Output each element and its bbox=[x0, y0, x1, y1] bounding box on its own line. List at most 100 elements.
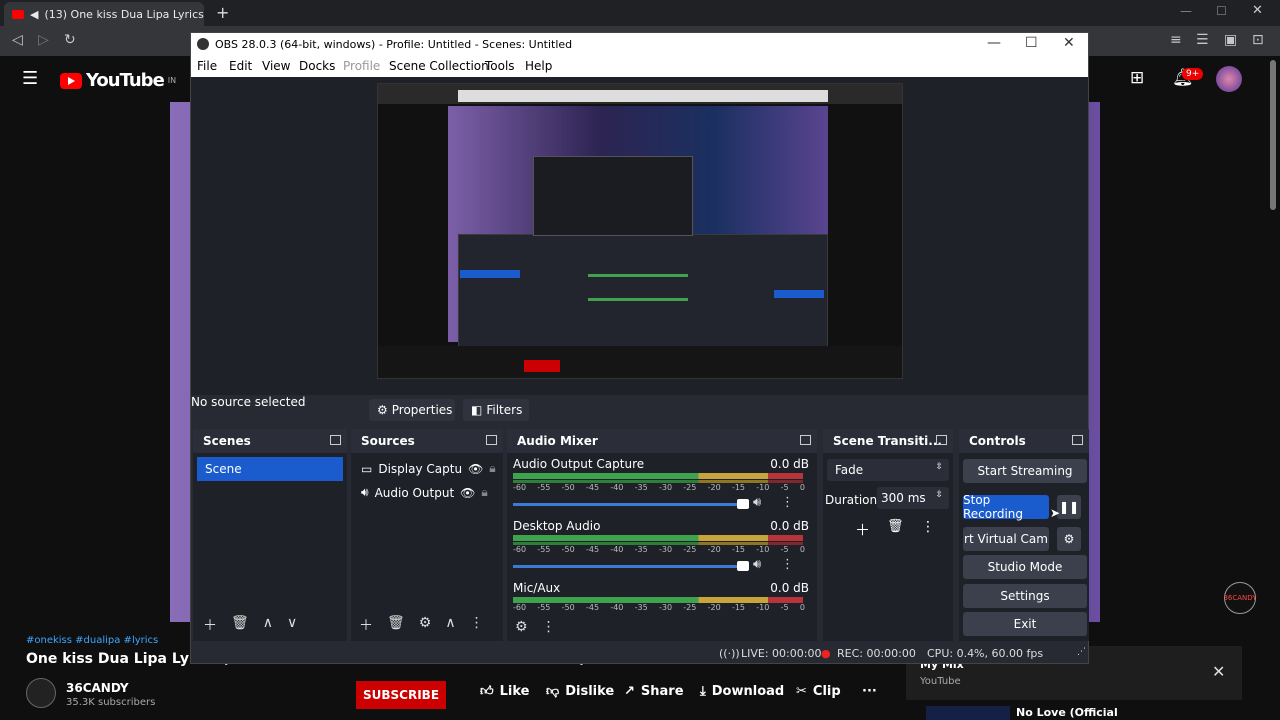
duration-spinbox[interactable]: 300 ms ⇳ bbox=[877, 487, 949, 509]
advanced-audio-gear-icon[interactable]: ⚙ bbox=[515, 619, 528, 635]
mixer-track-name: Mic/Aux bbox=[513, 581, 561, 595]
like-button[interactable]: 👍︎ Like bbox=[480, 684, 529, 699]
undock-icon[interactable] bbox=[936, 435, 947, 445]
obs-minimize-icon[interactable]: — bbox=[987, 35, 1001, 51]
tick: -20 bbox=[707, 545, 721, 554]
slider-knob[interactable] bbox=[737, 499, 749, 509]
menu-help[interactable]: Help bbox=[525, 59, 552, 73]
close-mix-icon[interactable]: ✕ bbox=[1212, 662, 1225, 681]
stop-recording-button[interactable]: Stop Recording bbox=[963, 493, 1049, 521]
menu-file[interactable]: File bbox=[197, 59, 217, 73]
more-icon[interactable]: ⋮ bbox=[781, 495, 794, 510]
spin-icon[interactable]: ⇳ bbox=[935, 490, 943, 500]
sidebar-icon[interactable]: ▣ bbox=[1224, 32, 1237, 48]
video-hashtags[interactable]: #onekiss #dualipa #lyrics bbox=[26, 635, 158, 646]
volume-slider[interactable] bbox=[513, 499, 749, 509]
remove-scene-icon[interactable]: 🗑︎ bbox=[231, 615, 249, 635]
audio-mixer-header: Audio Mixer bbox=[507, 429, 817, 453]
back-icon[interactable]: ◁ bbox=[12, 32, 23, 48]
settings-button[interactable]: Settings bbox=[963, 584, 1087, 608]
slider-knob[interactable] bbox=[737, 561, 749, 571]
properties-button[interactable]: ⚙ Properties bbox=[369, 399, 455, 421]
tick: -55 bbox=[537, 483, 551, 492]
new-tab-button[interactable]: + bbox=[216, 3, 229, 22]
exit-button[interactable]: Exit bbox=[963, 612, 1087, 636]
download-button[interactable]: ⤓ Download bbox=[700, 684, 784, 699]
add-transition-icon[interactable]: ＋ bbox=[855, 519, 870, 540]
menu-scene-collection[interactable]: Scene Collection bbox=[389, 59, 489, 73]
more-icon[interactable]: ⋮ bbox=[921, 519, 935, 535]
clip-button[interactable]: ✂ Clip bbox=[796, 684, 841, 699]
move-up-icon[interactable]: ∧ bbox=[445, 615, 455, 635]
undock-icon[interactable] bbox=[1072, 435, 1083, 445]
virtual-cam-settings-button[interactable]: ⚙ bbox=[1057, 527, 1081, 551]
obs-close-icon[interactable]: ✕ bbox=[1063, 35, 1075, 51]
minimize-icon[interactable]: — bbox=[1180, 4, 1192, 18]
forward-icon[interactable]: ▷ bbox=[38, 32, 49, 48]
reload-icon[interactable]: ↻ bbox=[64, 32, 76, 48]
more-actions-button[interactable]: ··· bbox=[862, 684, 877, 699]
source-settings-icon[interactable]: ⚙ bbox=[419, 615, 432, 635]
obs-window: OBS 28.0.3 (64-bit, windows) - Profile: … bbox=[190, 32, 1089, 664]
resize-grip-icon[interactable]: ⋰ bbox=[1077, 647, 1086, 657]
more-icon[interactable]: ⋮ bbox=[470, 615, 484, 635]
add-source-icon[interactable]: ＋ bbox=[359, 615, 373, 635]
hamburger-menu-icon[interactable]: ☰ bbox=[22, 68, 38, 89]
scenes-title: Scenes bbox=[203, 434, 251, 448]
eye-icon[interactable]: 👁︎ bbox=[468, 462, 483, 476]
source-item-display[interactable]: ▭ Display Captu 👁︎ 🔒︎ bbox=[361, 461, 496, 476]
filters-button[interactable]: ◧ Filters bbox=[463, 399, 529, 421]
transition-select[interactable]: Fade ⇳ bbox=[827, 459, 949, 481]
studio-mode-button[interactable]: Studio Mode bbox=[963, 555, 1087, 579]
virtual-cam-button[interactable]: rt Virtual Cam bbox=[963, 527, 1049, 551]
next-video-title[interactable]: No Love (Official bbox=[1016, 706, 1118, 719]
source-item-audio[interactable]: 🔊︎ Audio Output 👁︎ 🔒︎ bbox=[361, 485, 488, 500]
undock-icon[interactable] bbox=[486, 435, 497, 445]
speaker-mute-icon[interactable]: 🔊︎ bbox=[753, 495, 761, 510]
speaker-mute-icon[interactable]: 🔊︎ bbox=[753, 557, 761, 572]
tick: -30 bbox=[658, 545, 673, 554]
browser-tab[interactable]: ◀ (13) One kiss Dua Lipa Lyrics (C ✕ bbox=[4, 2, 204, 26]
scene-transitions-dock: Scene Transiti... Fade ⇳ Duration 300 ms… bbox=[823, 429, 953, 641]
subscribe-button[interactable]: SUBSCRIBE bbox=[356, 681, 446, 709]
lock-icon[interactable]: 🔒︎ bbox=[481, 485, 487, 500]
youtube-logo[interactable]: YouTube IN bbox=[60, 70, 176, 91]
bookmarks-icon[interactable]: ☰ bbox=[1196, 32, 1209, 48]
channel-avatar[interactable] bbox=[26, 678, 56, 708]
eye-icon[interactable]: 👁︎ bbox=[460, 486, 475, 500]
lock-icon[interactable]: 🔒︎ bbox=[489, 461, 495, 476]
menu-edit[interactable]: Edit bbox=[229, 59, 252, 73]
close-window-icon[interactable]: ✕ bbox=[1252, 3, 1263, 18]
start-streaming-button[interactable]: Start Streaming bbox=[963, 459, 1087, 483]
next-video-thumbnail[interactable] bbox=[926, 706, 1010, 720]
undock-icon[interactable] bbox=[800, 435, 811, 445]
avatar[interactable] bbox=[1216, 66, 1242, 92]
menu-docks[interactable]: Docks bbox=[299, 59, 335, 73]
volume-slider[interactable] bbox=[513, 561, 749, 571]
maximize-icon[interactable]: ☐ bbox=[1216, 4, 1227, 18]
menu-tools[interactable]: Tools bbox=[485, 59, 515, 73]
preview-canvas[interactable] bbox=[377, 83, 903, 379]
channel-name[interactable]: 36CANDY bbox=[66, 681, 129, 695]
create-video-icon[interactable]: ⊞ bbox=[1130, 68, 1144, 88]
add-scene-icon[interactable]: ＋ bbox=[203, 615, 217, 635]
profile-icon[interactable]: ⊡ bbox=[1252, 32, 1264, 48]
scene-list-item[interactable]: Scene bbox=[197, 457, 343, 481]
pause-recording-button[interactable]: ❚❚ bbox=[1057, 495, 1081, 519]
page-scrollbar[interactable] bbox=[1270, 60, 1276, 210]
playlist-icon[interactable]: ≡ bbox=[1170, 32, 1182, 48]
remove-source-icon[interactable]: 🗑︎ bbox=[387, 615, 405, 635]
dislike-button[interactable]: 👎︎ Dislike bbox=[546, 684, 614, 699]
tick: -35 bbox=[634, 603, 648, 612]
more-icon[interactable]: ⋮ bbox=[542, 619, 556, 635]
share-button[interactable]: ↗ Share bbox=[624, 684, 684, 699]
undock-icon[interactable] bbox=[330, 435, 341, 445]
more-icon[interactable]: ⋮ bbox=[781, 557, 794, 572]
remove-transition-icon[interactable]: 🗑︎ bbox=[887, 519, 904, 534]
menu-profile[interactable]: Profile bbox=[343, 59, 380, 73]
menu-view[interactable]: View bbox=[262, 59, 290, 73]
move-down-icon[interactable]: ∨ bbox=[287, 615, 297, 635]
tick: -45 bbox=[585, 603, 600, 612]
move-up-icon[interactable]: ∧ bbox=[263, 615, 273, 635]
obs-maximize-icon[interactable]: ☐ bbox=[1025, 35, 1038, 51]
